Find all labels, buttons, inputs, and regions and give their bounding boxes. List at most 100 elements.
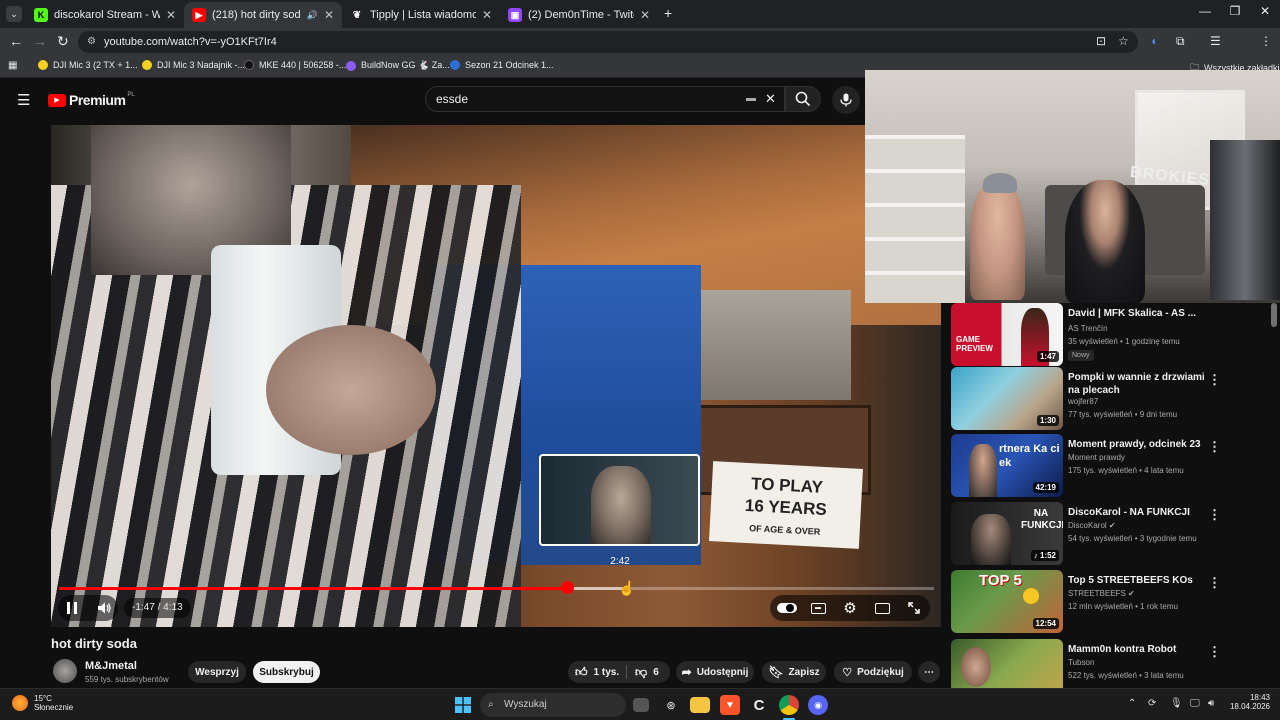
video-title[interactable]: Moment prawdy, odcinek 23 (1068, 438, 1208, 451)
back-icon[interactable]: ← (9, 33, 23, 49)
taskbar-search[interactable]: ⌕ Wyszukaj (480, 693, 626, 717)
share-button[interactable]: ➦ Udostępnij (676, 661, 754, 683)
more-actions-button[interactable]: ⋯ (918, 661, 940, 683)
more-options-icon[interactable]: ⋮ (1208, 644, 1221, 660)
youtube-logo[interactable]: ▶ Premium PL (48, 92, 135, 108)
subtitles-button[interactable]: ▬ (808, 598, 828, 618)
recommendation-item[interactable]: NA FUNKCJI ♪ 1:52 DiscoKarol - NA FUNKCJ… (951, 502, 1280, 566)
video-thumbnail[interactable]: NA FUNKCJI ♪ 1:52 (951, 502, 1063, 565)
tray-overflow-icon[interactable]: ⌃ (1128, 698, 1136, 709)
bookmark-item[interactable]: MKE 440 | 506258 -... (244, 60, 346, 70)
reading-list-icon[interactable]: ☰ (1210, 34, 1221, 48)
start-button[interactable] (453, 695, 473, 715)
channel-name[interactable]: AS Trenčín (1068, 324, 1108, 333)
support-button[interactable]: Wesprzyj (188, 661, 246, 683)
search-input[interactable]: essde ▬ ✕ (425, 86, 785, 112)
forward-icon[interactable]: → (33, 33, 47, 49)
recommendation-item[interactable]: TOP 5 12:54 Top 5 STREETBEEFS KOs ⋮ STRE… (951, 570, 1280, 634)
keyboard-icon[interactable]: ▬ (746, 87, 756, 111)
channel-name[interactable]: STREETBEEFS ✔ (1068, 589, 1135, 598)
channel-avatar[interactable] (53, 659, 77, 683)
speaker-icon[interactable]: 🔊 (307, 10, 318, 21)
bookmark-item[interactable]: DJI Mic 3 (2 TX + 1... (38, 60, 138, 70)
autoplay-toggle[interactable] (776, 598, 798, 618)
tab-youtube[interactable]: ▶ (218) hot dirty soda - YouTube 🔊 ✕ (184, 2, 342, 28)
recommendation-item[interactable]: rtnera Ka ci ek 42:19 Moment prawdy, odc… (951, 434, 1280, 498)
save-button[interactable]: 🔖︎ Zapisz (762, 661, 826, 683)
video-title[interactable]: David | MFK Skalica - AS ... (1068, 307, 1208, 320)
recommendation-item[interactable]: GAME PREVIEW 1:47 David | MFK Skalica - … (951, 303, 1280, 367)
dislike-button[interactable]: 👎︎ 6 (635, 665, 659, 680)
bookmark-item[interactable]: DJI Mic 3 Nadajnik -... (142, 60, 245, 70)
video-title[interactable]: Top 5 STREETBEEFS KOs (1068, 574, 1208, 587)
tray-mic-icon[interactable]: 🎙︎ (1170, 698, 1183, 709)
network-icon[interactable]: 🖵 (1190, 698, 1200, 709)
close-icon[interactable]: ✕ (640, 8, 650, 22)
more-options-icon[interactable]: ⋮ (1208, 372, 1221, 388)
theater-mode-button[interactable] (872, 598, 892, 618)
tab-twitch[interactable]: ▣ (2) Dem0nTime - Twitch ✕ (500, 2, 658, 28)
apps-icon[interactable]: ▦ (8, 60, 17, 71)
search-button[interactable] (785, 86, 821, 112)
video-thumbnail[interactable]: GAME PREVIEW 1:47 (951, 303, 1063, 366)
extension-translate-icon[interactable]: ◖ (1150, 34, 1157, 48)
video-thumbnail[interactable]: 1:30 (951, 367, 1063, 430)
close-icon[interactable]: ✕ (482, 8, 492, 22)
clock[interactable]: 18:43 18.04.2026 (1228, 693, 1270, 711)
discord-icon[interactable]: ◉ (808, 695, 828, 715)
sidebar-scrollbar[interactable] (1271, 303, 1277, 327)
task-view-icon[interactable] (633, 698, 649, 712)
tab-tipply[interactable]: ❦ Tipply | Lista wiadomości ✕ (342, 2, 500, 28)
settings-button[interactable]: ⚙ (840, 598, 860, 618)
more-options-icon[interactable]: ⋮ (1208, 507, 1221, 523)
restore-icon[interactable]: ❐ (1220, 4, 1250, 18)
video-title[interactable]: Mamm0n kontra Robot (1068, 643, 1208, 656)
tray-volume-icon[interactable]: 🔊︎ (1208, 698, 1214, 709)
hamburger-menu-icon[interactable]: ☰ (17, 91, 30, 109)
more-options-icon[interactable]: ⋮ (1208, 439, 1221, 455)
close-icon[interactable]: ✕ (166, 8, 176, 22)
chrome-icon[interactable] (779, 695, 799, 715)
ccleaner-icon[interactable]: C (749, 695, 769, 715)
tab-search-button[interactable]: ⌄ (6, 6, 22, 22)
site-info-icon[interactable]: ⚙ (87, 31, 96, 53)
address-bar[interactable]: ⚙ youtube.com/watch?v=-yO1KFt7Ir4 (78, 31, 1138, 53)
video-thumbnail[interactable]: rtnera Ka ci ek 42:19 (951, 434, 1063, 497)
fullscreen-button[interactable] (904, 598, 924, 618)
video-thumbnail[interactable] (951, 639, 1063, 688)
menu-icon[interactable]: ⋮ (1260, 34, 1272, 48)
reload-icon[interactable]: ↻ (57, 33, 69, 50)
subscribe-button[interactable]: Subskrybuj (253, 661, 320, 683)
video-player[interactable]: TO PLAY 16 YEARS OF AGE & OVER (51, 125, 941, 627)
close-window-icon[interactable]: ✕ (1250, 4, 1280, 18)
progress-scrubber-handle[interactable] (560, 581, 574, 594)
voice-search-button[interactable] (832, 86, 860, 114)
like-button[interactable]: 👍︎ 1 tys. (575, 665, 619, 680)
bookmark-star-icon[interactable]: ☆ (1118, 34, 1129, 48)
bookmark-item[interactable]: BuildNow GG 🐇 Za... (346, 60, 450, 71)
brave-browser-icon[interactable]: ▼ (720, 695, 740, 715)
channel-name[interactable]: Moment prawdy (1068, 453, 1125, 462)
tab-discokarol[interactable]: K discokarol Stream - Watch Live ✕ (26, 2, 184, 28)
new-tab-button[interactable]: + (664, 5, 672, 21)
thanks-button[interactable]: ♡ Podziękuj (834, 661, 912, 683)
recommendation-item[interactable]: 1:30 Pompki w wannie z drzwiami na pleca… (951, 367, 1280, 431)
file-explorer-icon[interactable] (690, 697, 710, 713)
more-options-icon[interactable]: ⋮ (1208, 575, 1221, 591)
volume-button[interactable] (95, 598, 115, 618)
install-app-icon[interactable]: ⊡ (1096, 34, 1106, 48)
recommendation-item[interactable]: Mamm0n kontra Robot ⋮ Tubson 522 tys. wy… (951, 639, 1280, 688)
video-title[interactable]: DiscoKarol - NA FUNKCJI (1068, 506, 1208, 519)
pause-button[interactable] (62, 598, 82, 618)
channel-name[interactable]: wojfer87 (1068, 397, 1098, 406)
channel-name[interactable]: Tubson (1068, 658, 1094, 667)
bookmark-item[interactable]: Sezon 21 Odcinek 1... (450, 60, 554, 70)
clear-search-icon[interactable]: ✕ (765, 87, 776, 111)
channel-name[interactable]: DiscoKarol ✔ (1068, 521, 1116, 530)
extensions-icon[interactable]: ⧉ (1176, 34, 1185, 49)
channel-name[interactable]: M&Jmetal (85, 660, 137, 672)
weather-widget[interactable]: 15°C Słonecznie (12, 694, 73, 712)
minimize-icon[interactable]: — (1190, 4, 1220, 18)
close-icon[interactable]: ✕ (324, 8, 334, 22)
sync-icon[interactable]: ⟳ (1148, 698, 1156, 709)
